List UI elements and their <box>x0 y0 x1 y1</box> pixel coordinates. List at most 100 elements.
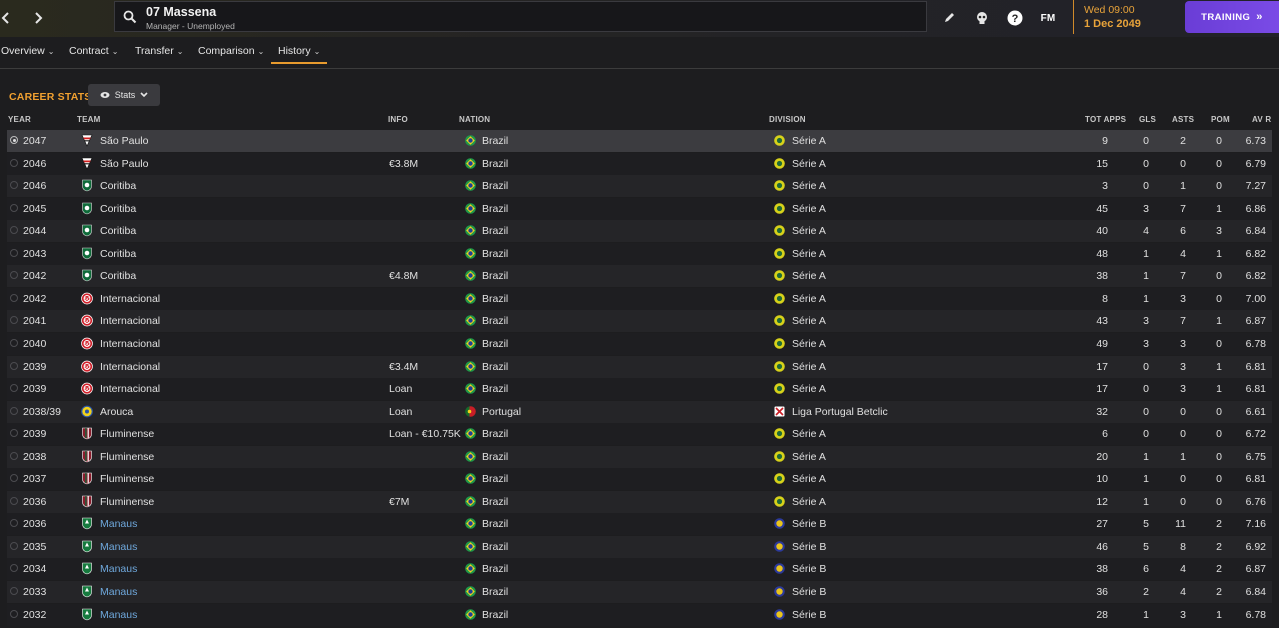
row-select-radio[interactable] <box>10 429 18 438</box>
table-row[interactable]: 2033 Manaus Brazil Série B 36 2 4 2 6.84 <box>7 581 1272 603</box>
cell-division[interactable]: Série B <box>792 563 826 575</box>
table-row[interactable]: 2041 SC Internacional Brazil Série A 43 3 7 1 6.8… <box>7 310 1272 333</box>
cell-nation[interactable]: Brazil <box>482 541 508 553</box>
cell-team[interactable]: Manaus <box>100 609 137 621</box>
cell-team[interactable]: Coritiba <box>100 270 136 282</box>
row-select-radio[interactable] <box>10 587 18 595</box>
row-select-radio[interactable] <box>10 181 18 190</box>
cell-nation[interactable]: Brazil <box>482 473 508 485</box>
cell-nation[interactable]: Brazil <box>482 361 508 373</box>
cell-division[interactable]: Série A <box>792 428 826 440</box>
cell-nation[interactable]: Brazil <box>482 496 508 508</box>
cell-nation[interactable]: Brazil <box>482 135 508 147</box>
table-row[interactable]: 2046 São Paulo €3.8M Brazil Série A 15 0 0 0 6.79 <box>7 152 1272 175</box>
cell-division[interactable]: Série B <box>792 586 826 598</box>
table-row[interactable]: 2046 Coritiba Brazil Série A 3 0 1 0 7.27 <box>7 175 1272 198</box>
tab-history[interactable]: History ⌄ <box>278 45 320 57</box>
cell-nation[interactable]: Brazil <box>482 248 508 260</box>
table-row[interactable]: 2043 Coritiba Brazil Série A 48 1 4 1 6.82 <box>7 242 1272 265</box>
help-button[interactable]: ? <box>1006 9 1024 27</box>
cell-team[interactable]: Coritiba <box>100 203 136 215</box>
cell-division[interactable]: Série A <box>792 451 826 463</box>
row-select-radio[interactable] <box>10 158 18 167</box>
cell-team[interactable]: Internacional <box>100 383 160 395</box>
cell-division[interactable]: Série A <box>792 338 826 350</box>
fm-logo[interactable]: FM <box>1038 9 1058 27</box>
cell-division[interactable]: Série A <box>792 225 826 237</box>
row-select-radio[interactable] <box>10 451 18 460</box>
cell-division[interactable]: Liga Portugal Betclic <box>792 406 888 418</box>
tab-contract[interactable]: Contract ⌄ <box>69 45 118 57</box>
table-row[interactable]: 2045 Coritiba Brazil Série A 45 3 7 1 6.86 <box>7 197 1272 220</box>
row-select-radio[interactable] <box>10 519 18 528</box>
table-row[interactable]: 2040 SC Internacional Brazil Série A 49 3 3 0 6.7… <box>7 332 1272 355</box>
column-header-goals[interactable]: GLS <box>1139 115 1156 124</box>
row-select-radio[interactable] <box>10 384 18 393</box>
cell-nation[interactable]: Brazil <box>482 293 508 305</box>
cell-team[interactable]: Fluminense <box>100 473 154 485</box>
table-row[interactable]: 2044 Coritiba Brazil Série A 40 4 6 3 6.84 <box>7 220 1272 243</box>
cell-division[interactable]: Série A <box>792 270 826 282</box>
row-select-radio[interactable] <box>10 293 18 302</box>
cell-team[interactable]: Coritiba <box>100 248 136 260</box>
cell-division[interactable]: Série A <box>792 496 826 508</box>
cell-nation[interactable]: Brazil <box>482 180 508 192</box>
cell-nation[interactable]: Brazil <box>482 158 508 170</box>
row-select-radio[interactable] <box>10 564 18 573</box>
cell-division[interactable]: Série A <box>792 180 826 192</box>
cell-team[interactable]: Manaus <box>100 563 137 575</box>
row-select-radio[interactable] <box>10 226 18 235</box>
row-select-radio[interactable] <box>10 541 18 550</box>
training-button[interactable]: TRAINING » <box>1185 1 1279 33</box>
column-header-year[interactable]: YEAR <box>8 115 31 124</box>
cell-team[interactable]: São Paulo <box>100 135 148 147</box>
cell-nation[interactable]: Brazil <box>482 315 508 327</box>
column-header-division[interactable]: DIVISION <box>769 115 806 124</box>
cell-team[interactable]: Fluminense <box>100 451 154 463</box>
table-row[interactable]: 2039 SC Internacional €3.4M Brazil Série A 17 0… <box>7 355 1272 378</box>
column-header-pom[interactable]: POM <box>1211 115 1230 124</box>
tab-transfer[interactable]: Transfer ⌄ <box>135 45 183 57</box>
cell-team[interactable]: Internacional <box>100 293 160 305</box>
cell-division[interactable]: Série A <box>792 135 826 147</box>
search-bar[interactable]: 07 Massena Manager - Unemployed <box>114 1 927 32</box>
cell-team[interactable]: Manaus <box>100 541 137 553</box>
table-row[interactable]: 2036 Fluminense €7M Brazil Série A 12 1 0 0 6.76 <box>7 490 1272 513</box>
cell-division[interactable]: Série A <box>792 361 826 373</box>
row-select-radio[interactable] <box>10 609 18 618</box>
tab-comparison[interactable]: Comparison ⌄ <box>198 45 264 57</box>
cell-nation[interactable]: Brazil <box>482 203 508 215</box>
cell-nation[interactable]: Brazil <box>482 225 508 237</box>
row-select-radio[interactable] <box>10 474 18 483</box>
table-row[interactable]: 2036 Manaus Brazil Série B 27 5 11 2 7.16 <box>7 513 1272 536</box>
cell-division[interactable]: Série A <box>792 203 826 215</box>
cell-team[interactable]: Manaus <box>100 518 137 530</box>
row-select-radio[interactable] <box>10 361 18 370</box>
table-row[interactable]: 2039 SC Internacional Loan Brazil Série A 17 0 3… <box>7 378 1272 401</box>
table-row[interactable]: 2034 Manaus Brazil Série B 38 6 4 2 6.87 <box>7 558 1272 581</box>
table-row[interactable]: 2038 Fluminense Brazil Série A 20 1 1 0 6.75 <box>7 445 1272 468</box>
tab-overview[interactable]: Overview ⌄ <box>1 45 54 57</box>
column-header-nation[interactable]: NATION <box>459 115 490 124</box>
row-select-radio[interactable] <box>10 271 18 280</box>
cell-team[interactable]: Fluminense <box>100 428 154 440</box>
skull-button[interactable] <box>973 9 991 27</box>
cell-division[interactable]: Série A <box>792 248 826 260</box>
column-header-assists[interactable]: ASTS <box>1172 115 1194 124</box>
cell-team[interactable]: Internacional <box>100 338 160 350</box>
row-select-radio[interactable] <box>10 316 18 325</box>
cell-team[interactable]: Manaus <box>100 586 137 598</box>
view-selector-button[interactable]: Stats <box>88 84 160 106</box>
cell-team[interactable]: Coritiba <box>100 225 136 237</box>
cell-nation[interactable]: Brazil <box>482 518 508 530</box>
row-select-radio[interactable] <box>10 248 18 257</box>
cell-division[interactable]: Série A <box>792 383 826 395</box>
row-select-radio[interactable] <box>10 406 18 415</box>
table-row[interactable]: 2042 Coritiba €4.8M Brazil Série A 38 1 7 0 6.82 <box>7 265 1272 288</box>
cell-division[interactable]: Série A <box>792 293 826 305</box>
row-select-radio[interactable] <box>10 496 18 505</box>
cell-nation[interactable]: Brazil <box>482 451 508 463</box>
table-row[interactable]: 2042 SC Internacional Brazil Série A 8 1 3 0 7.00 <box>7 287 1272 310</box>
cell-nation[interactable]: Brazil <box>482 383 508 395</box>
cell-nation[interactable]: Brazil <box>482 428 508 440</box>
